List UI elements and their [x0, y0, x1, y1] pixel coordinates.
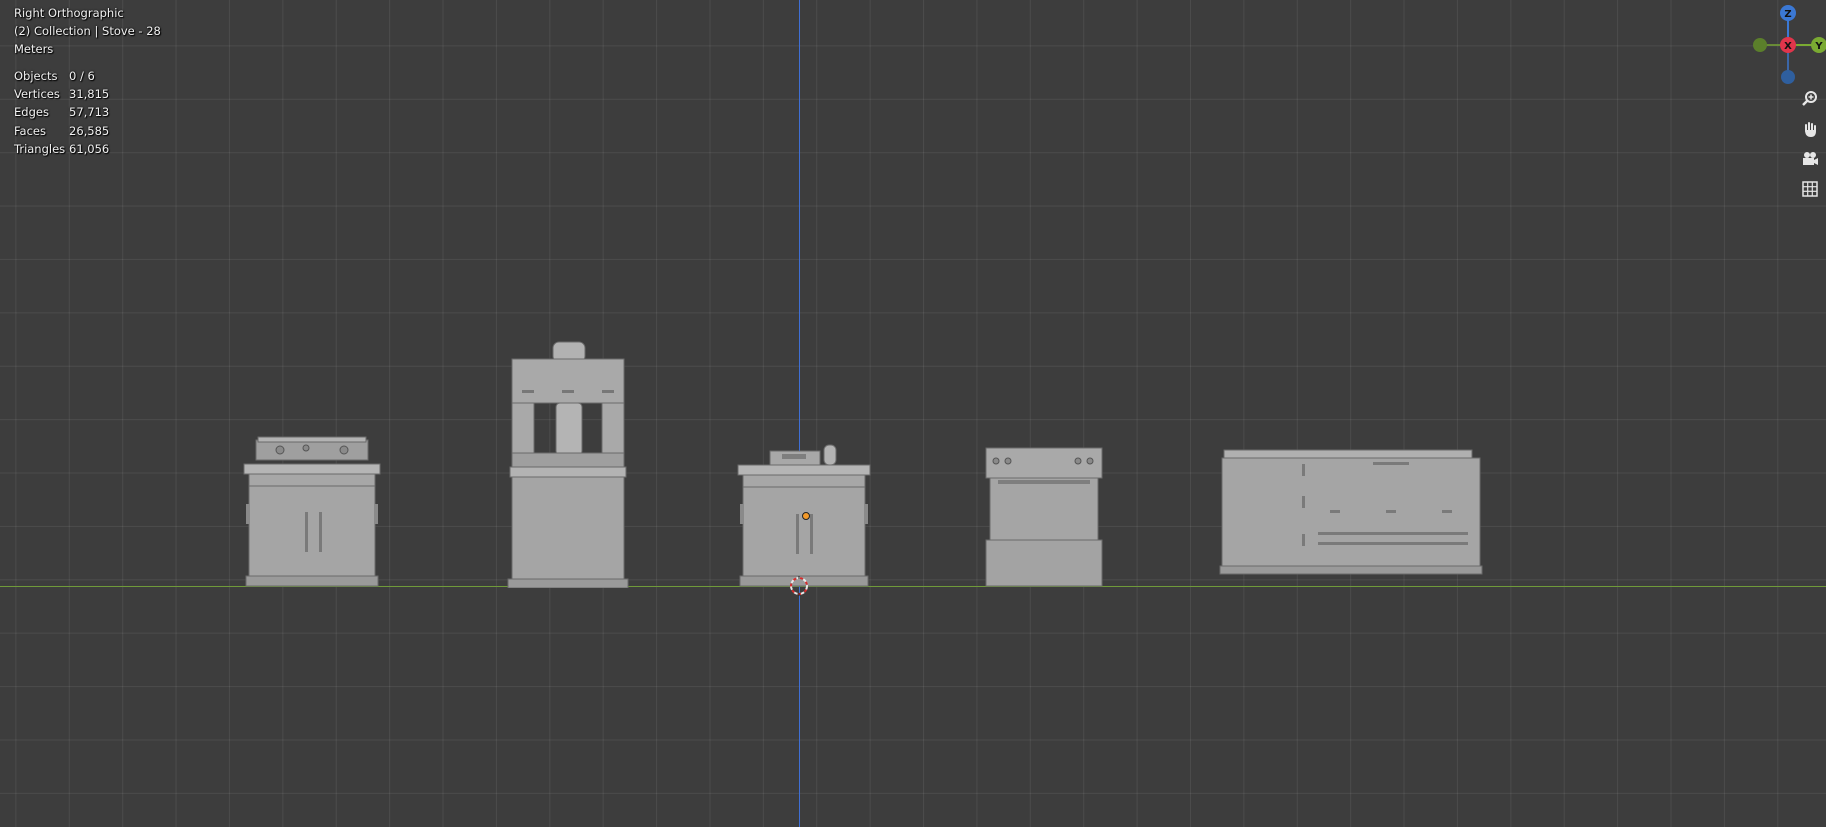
3d-cursor-icon[interactable] [789, 576, 809, 596]
scene-statistics: Objects 0 / 6 Vertices 31,815 Edges 57,713 … [14, 67, 109, 158]
stat-value: 0 / 6 [69, 69, 95, 83]
viewport-info-overlay: Right Orthographic (2) Collection | Stov… [14, 4, 161, 58]
stat-value: 57,713 [69, 105, 110, 120]
stat-row-objects: Objects 0 / 6 [14, 67, 109, 85]
viewport-navigation-buttons [1797, 86, 1825, 206]
stat-label: Faces [14, 123, 46, 138]
grid-perspective-icon [1802, 181, 1818, 197]
view-name: Right Orthographic [14, 6, 124, 20]
stat-label: Objects [14, 69, 58, 83]
gizmo-y-label: Y [1814, 41, 1823, 52]
stat-row-edges: Edges 57,713 [14, 103, 109, 121]
stat-label: Vertices [14, 87, 60, 102]
gizmo-z-label: Z [1784, 9, 1791, 20]
camera-icon [1803, 152, 1818, 165]
object-origin-point [802, 512, 810, 520]
stat-value: 31,815 [69, 87, 110, 102]
stove-model-4[interactable] [982, 446, 1106, 588]
stove-model-2[interactable] [504, 339, 632, 588]
camera-view-button[interactable] [1797, 146, 1823, 172]
perspective-toggle-button[interactable] [1797, 176, 1823, 202]
stat-value: 61,056 [69, 141, 110, 156]
z-axis-line [799, 0, 800, 827]
stat-row-vertices: Vertices 31,815 [14, 85, 109, 103]
3d-viewport[interactable]: Right Orthographic (2) Collection | Stov… [0, 0, 1826, 827]
stat-label: Triangles [14, 141, 66, 156]
gizmo-x-label: X [1784, 41, 1792, 52]
collection-info: (2) Collection | Stove - 28 [14, 24, 161, 38]
stove-model-5[interactable] [1218, 448, 1484, 576]
stat-value: 26,585 [69, 123, 110, 138]
stat-row-faces: Faces 26,585 [14, 122, 109, 140]
pan-hand-icon [1805, 122, 1816, 137]
stat-row-triangles: Triangles 61,056 [14, 140, 109, 158]
pan-button[interactable] [1797, 116, 1823, 142]
navigation-gizmo[interactable]: Z Y X [1746, 0, 1826, 90]
zoom-button[interactable] [1797, 86, 1823, 112]
unit-system: Meters [14, 42, 54, 56]
zoom-icon [1802, 91, 1817, 106]
stove-model-1[interactable] [240, 436, 384, 588]
stat-label: Edges [14, 105, 49, 120]
